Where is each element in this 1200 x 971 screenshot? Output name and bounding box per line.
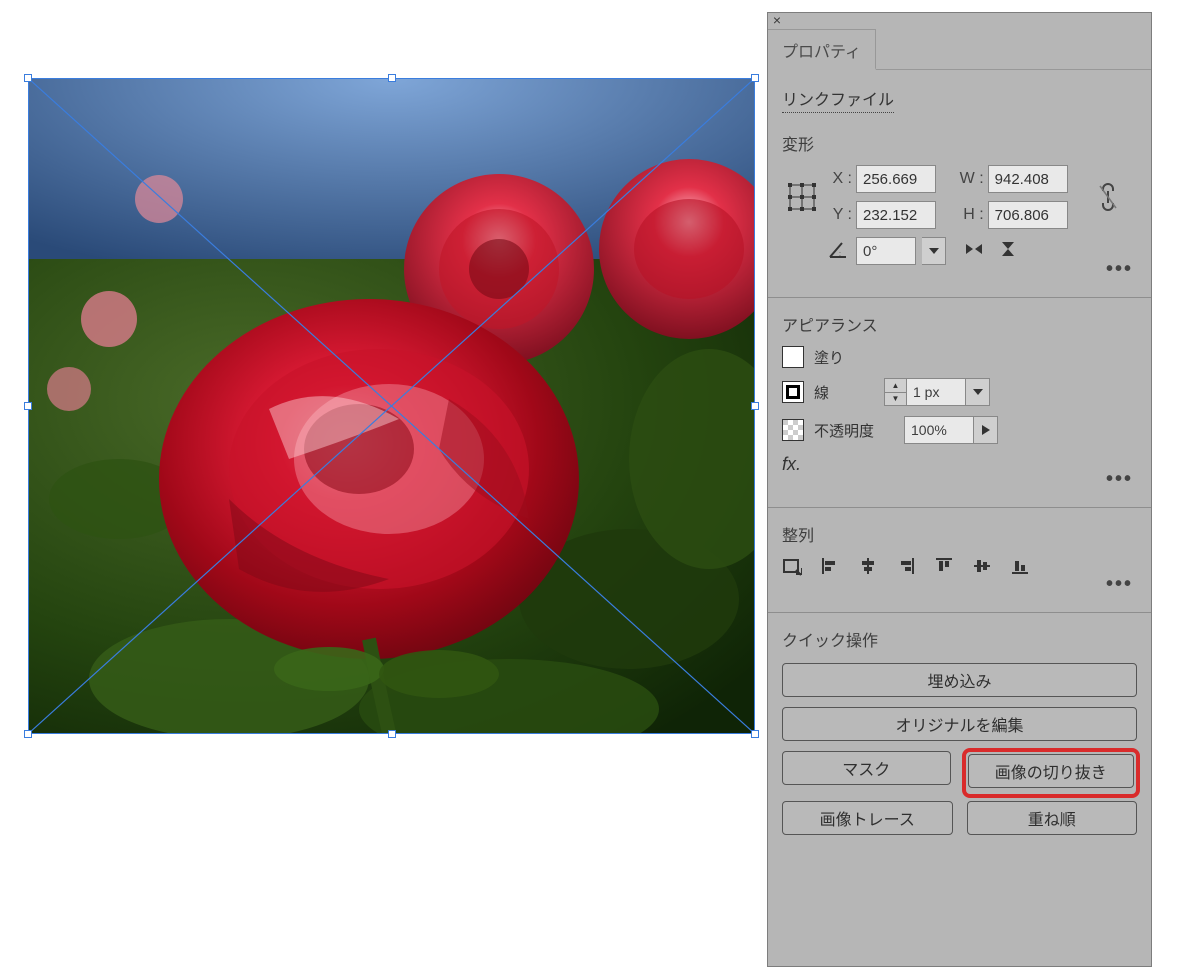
handle-bottom-mid[interactable] (388, 730, 396, 738)
h-input[interactable] (988, 201, 1068, 229)
close-icon[interactable]: × (768, 13, 782, 27)
align-right-icon[interactable] (896, 556, 916, 580)
stroke-width-stepper[interactable]: ▲▼ 1 px (884, 378, 990, 406)
appearance-title: アピアランス (782, 312, 1137, 336)
angle-dropdown-icon[interactable] (922, 237, 946, 265)
panel-tabs: プロパティ (768, 29, 1151, 70)
section-align: 整列 ••• (782, 522, 1137, 594)
w-input[interactable] (988, 165, 1068, 193)
stroke-label: 線 (814, 382, 874, 403)
properties-panel: × プロパティ リンクファイル 変形 X (767, 12, 1152, 967)
arrange-button[interactable]: 重ね順 (967, 801, 1138, 835)
w-label: W : (960, 170, 984, 188)
fill-label: 塗り (814, 347, 874, 368)
align-left-icon[interactable] (820, 556, 840, 580)
x-input[interactable] (856, 165, 936, 193)
align-top-icon[interactable] (934, 556, 954, 580)
tab-properties[interactable]: プロパティ (768, 29, 876, 70)
align-bottom-icon[interactable] (1010, 556, 1030, 580)
fill-swatch[interactable] (782, 346, 804, 368)
quick-actions-title: クイック操作 (782, 627, 1137, 651)
edit-original-button[interactable]: オリジナルを編集 (782, 707, 1137, 741)
align-title: 整列 (782, 522, 1137, 546)
crop-image-button[interactable]: 画像の切り抜き (968, 754, 1135, 788)
placed-image[interactable] (29, 79, 754, 733)
image-trace-button[interactable]: 画像トレース (782, 801, 953, 835)
section-transform: 変形 X : W : Y (782, 131, 1137, 279)
align-to-icon[interactable] (782, 556, 802, 580)
transform-title: 変形 (782, 131, 1137, 155)
y-input[interactable] (856, 201, 936, 229)
x-label: X : (828, 170, 852, 188)
handle-top-mid[interactable] (388, 74, 396, 82)
stroke-width-value[interactable]: 1 px (906, 378, 966, 406)
handle-mid-left[interactable] (24, 402, 32, 410)
canvas-selected-image[interactable] (29, 79, 754, 733)
stroke-width-dropdown-icon[interactable] (966, 378, 990, 406)
fx-icon[interactable]: fx. (782, 454, 1137, 475)
flip-horizontal-icon[interactable] (964, 240, 984, 262)
angle-icon: : (828, 241, 850, 261)
opacity-stepper[interactable]: 100% (904, 416, 998, 444)
opacity-label: 不透明度 (814, 420, 894, 441)
section-appearance: アピアランス 塗り 線 ▲▼ 1 px 不透明度 100% (782, 312, 1137, 489)
constrain-proportions-icon[interactable] (1097, 183, 1137, 211)
svg-text::: : (839, 251, 841, 258)
embed-button[interactable]: 埋め込み (782, 663, 1137, 697)
reference-point-icon[interactable] (782, 183, 822, 211)
stroke-swatch[interactable] (782, 381, 804, 403)
handle-bottom-left[interactable] (24, 730, 32, 738)
more-options-icon[interactable]: ••• (1106, 468, 1133, 491)
opacity-swatch[interactable] (782, 419, 804, 441)
link-file-label[interactable]: リンクファイル (782, 86, 894, 113)
section-quick-actions: クイック操作 埋め込み オリジナルを編集 マスク 画像の切り抜き 画像トレース … (782, 627, 1137, 845)
handle-top-right[interactable] (751, 74, 759, 82)
mask-button[interactable]: マスク (782, 751, 951, 785)
more-options-icon[interactable]: ••• (1106, 258, 1133, 281)
handle-top-left[interactable] (24, 74, 32, 82)
angle-input[interactable]: 0° (856, 237, 916, 265)
y-label: Y : (828, 206, 852, 224)
handle-bottom-right[interactable] (751, 730, 759, 738)
handle-mid-right[interactable] (751, 402, 759, 410)
opacity-expand-icon[interactable] (974, 416, 998, 444)
flip-vertical-icon[interactable] (998, 240, 1018, 262)
crop-image-highlight: 画像の切り抜き (962, 748, 1141, 798)
rose-photo-placeholder (29, 79, 754, 733)
more-options-icon[interactable]: ••• (1106, 573, 1133, 596)
h-label: H : (960, 206, 984, 224)
opacity-value[interactable]: 100% (904, 416, 974, 444)
align-center-v-icon[interactable] (972, 556, 992, 580)
align-center-h-icon[interactable] (858, 556, 878, 580)
